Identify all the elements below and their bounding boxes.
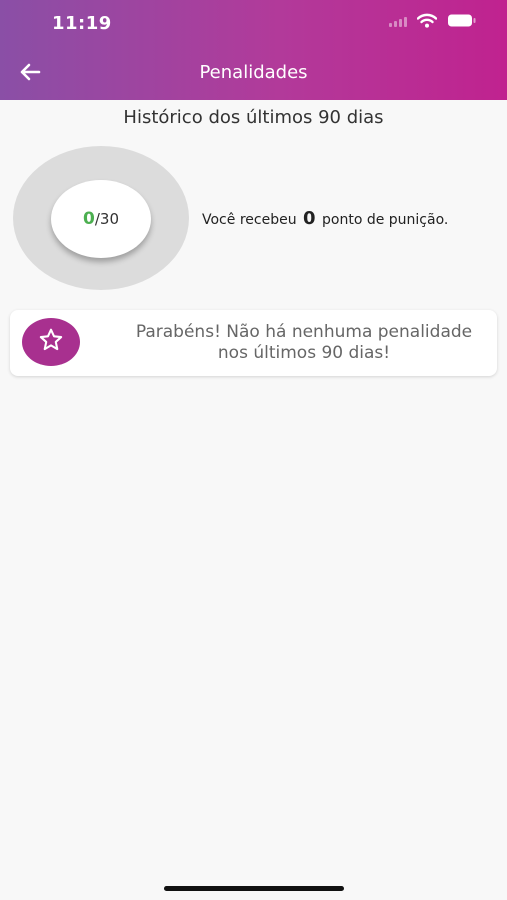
congrats-message: Parabéns! Não há nenhuma penalidade nos … — [135, 322, 473, 363]
wifi-icon — [417, 13, 437, 28]
star-icon — [38, 327, 64, 357]
signal-icon — [389, 15, 407, 27]
page-title: Penalidades — [199, 62, 308, 83]
gauge-max: /30 — [94, 210, 119, 228]
history-heading: Histórico dos últimos 90 dias — [123, 107, 384, 128]
penalty-points: 0 — [303, 208, 316, 229]
battery-icon — [447, 13, 477, 28]
status-time: 11:19 — [52, 13, 112, 34]
app-header: 11:19 Penalidades — [0, 0, 507, 100]
penalty-prefix: Você recebeu — [202, 212, 297, 228]
penalty-suffix: ponto de punição. — [322, 212, 449, 228]
congrats-card: Parabéns! Não há nenhuma penalidade nos … — [10, 310, 497, 376]
status-icons — [389, 13, 477, 28]
penalty-gauge: 0/30 — [51, 180, 151, 258]
star-badge — [22, 318, 80, 366]
penalty-summary: Você recebeu 0 ponto de punição. — [202, 208, 448, 229]
home-indicator — [164, 886, 344, 891]
gauge-value: 0 — [83, 209, 95, 229]
